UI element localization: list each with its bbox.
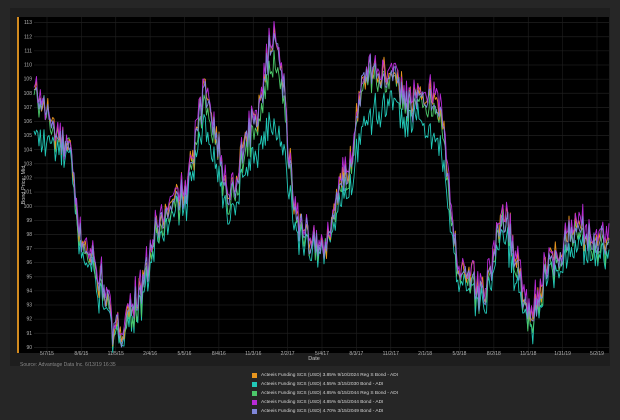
x-tick-label: 2/4/16 [143,351,157,357]
y-tick-label: 93 [26,303,32,309]
legend-item[interactable]: Acteeis Funding SCS (USD) 4.85% 6/15/204… [252,398,398,407]
y-tick-label: 111 [24,48,32,54]
x-axis-title: Date [308,356,320,362]
x-tick-label: 2/2/17 [281,351,295,357]
legend-item[interactable]: Acteeis Funding SCS (USD) 4.85% 6/15/204… [252,389,398,398]
x-tick-label: 8/2/18 [487,351,501,357]
y-tick-label: 90 [26,345,32,351]
y-tick-label: 110 [24,63,32,69]
y-tick-label: 97 [26,246,32,252]
y-tick-label: 95 [26,274,32,280]
legend-item[interactable]: Acteeis Funding SCS (USD) 4.70% 3/15/204… [252,407,398,416]
y-tick-label: 106 [24,119,33,125]
x-tick-label: 5/2/19 [590,351,604,357]
y-tick-label: 98 [26,232,32,238]
x-tick-label: 2/1/18 [418,351,432,357]
y-axis-title: Bond Price: Mid [21,166,27,205]
x-tick-label: 8/6/15 [74,351,88,357]
y-tick-label: 94 [26,288,32,294]
legend-label: Acteeis Funding SCS (USD) 3.85% 9/10/202… [261,373,399,378]
chart-frame: 90 91 92 93 94 95 96 97 98 99 100 101 102 103 104 105 10… [10,8,610,366]
x-tick-label: 5/5/16 [178,351,192,357]
legend-item[interactable]: Acteeis Funding SCS (USD) 3.85% 9/10/202… [252,371,398,380]
source-note: Source: Advantage Data Inc. 6/13/19 16:3… [20,362,116,368]
x-tick-label: 1/31/19 [554,351,571,357]
x-tick-label: 11/5/15 [108,351,125,357]
plot-area [19,17,609,353]
y-tick-label: 99 [26,218,32,224]
x-tick-label: 8/3/17 [349,351,363,357]
y-tick-label: 92 [26,317,32,323]
x-tick-label: 5/7/15 [40,351,54,357]
legend: Acteeis Funding SCS (USD) 3.85% 9/10/202… [252,371,398,416]
x-tick-label: 11/1/18 [520,351,537,357]
plot-left-border [17,17,19,353]
legend-label: Acteeis Funding SCS (USD) 4.70% 3/15/204… [261,409,384,414]
y-tick-label: 107 [24,105,33,111]
legend-swatch [252,382,257,387]
legend-swatch [252,400,257,405]
x-tick-label: 11/3/16 [245,351,262,357]
legend-swatch [252,409,257,414]
x-tick-label: 5/3/18 [453,351,467,357]
legend-label: Acteeis Funding SCS (USD) 4.55% 3/15/203… [261,382,384,387]
y-tick-label: 112 [24,34,32,40]
x-tick-label: 11/2/17 [383,351,400,357]
y-tick-label: 109 [24,77,33,83]
legend-label: Acteeis Funding SCS (USD) 4.85% 6/15/204… [261,391,399,396]
legend-swatch [252,391,257,396]
y-tick-label: 104 [24,147,33,153]
legend-label: Acteeis Funding SCS (USD) 4.85% 6/15/204… [261,400,384,405]
y-tick-label: 96 [26,260,32,266]
legend-item[interactable]: Acteeis Funding SCS (USD) 4.55% 3/15/203… [252,380,398,389]
y-tick-label: 105 [24,133,33,139]
y-tick-label: 113 [24,20,32,26]
x-tick-label: 8/4/16 [212,351,226,357]
line-chart: 9091929394959697989910010110210310410510… [17,17,610,362]
y-tick-label: 108 [24,91,33,97]
legend-swatch [252,373,257,378]
y-tick-label: 91 [26,331,32,337]
